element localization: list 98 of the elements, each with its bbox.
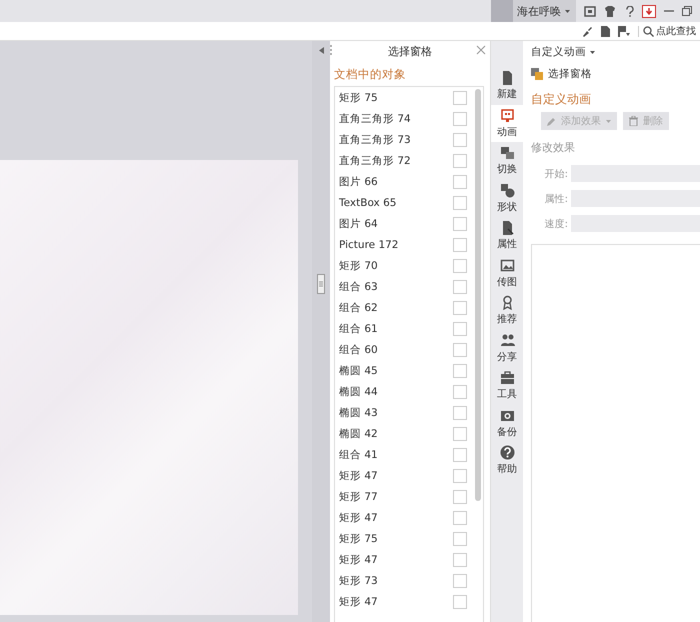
skin-icon[interactable] [584,6,596,16]
visibility-checkbox[interactable] [453,406,467,420]
subsection-title: 修改效果 [531,140,576,155]
visibility-checkbox[interactable] [453,342,467,356]
visibility-checkbox[interactable] [453,238,467,252]
visibility-checkbox[interactable] [453,364,467,378]
object-item[interactable]: 矩形 47 [339,468,378,482]
document-icon[interactable] [601,26,610,36]
object-item[interactable]: TextBox 65 [339,196,396,208]
switch-icon [500,145,514,160]
object-item[interactable]: 直角三角形 74 [339,112,411,126]
restore-icon[interactable] [682,6,692,16]
object-item[interactable]: 组合 61 [339,322,378,336]
pencil-icon [547,116,556,126]
side-tab[interactable]: 分享 [491,330,523,367]
help-icon [500,445,514,460]
object-item[interactable]: 矩形 73 [339,574,378,588]
shape-icon [500,182,514,198]
object-item[interactable]: 矩形 77 [339,490,378,504]
splitter-handle-icon[interactable] [317,274,325,294]
visibility-checkbox[interactable] [453,532,467,546]
visibility-checkbox[interactable] [453,154,467,168]
section-heading: 自定义动画 [531,91,592,108]
caret-icon [606,120,611,122]
visibility-checkbox[interactable] [453,322,467,336]
animation-icon [500,108,514,123]
visibility-checkbox[interactable] [453,300,467,314]
scrollbar-thumb[interactable] [475,89,481,501]
object-item[interactable]: Picture 172 [339,238,398,250]
visibility-checkbox[interactable] [453,280,467,294]
object-item[interactable]: 组合 41 [339,448,378,462]
object-item[interactable]: 矩形 75 [339,532,378,546]
caret-icon[interactable] [590,50,595,54]
brush-icon[interactable] [582,26,593,36]
field-label: 开始: [544,168,569,180]
object-item[interactable]: 矩形 70 [339,258,378,272]
help-icon[interactable] [626,6,634,16]
section-title: 文档中的对象 [333,66,407,83]
object-item[interactable]: 矩形 47 [339,594,378,608]
field-label: 速度: [544,218,569,230]
visibility-checkbox[interactable] [453,468,467,482]
flag-icon[interactable] [618,26,630,36]
visibility-checkbox[interactable] [453,196,467,210]
layers-icon [531,68,544,80]
object-item[interactable]: 直角三角形 72 [339,154,411,168]
visibility-checkbox[interactable] [453,112,467,126]
side-tab[interactable]: 动画 [491,104,523,142]
side-tab[interactable]: 属性 [491,217,523,254]
object-item[interactable]: 椭圆 44 [339,384,378,398]
side-tab[interactable]: 帮助 [491,442,523,480]
side-tab[interactable]: 传图 [491,254,523,292]
visibility-checkbox[interactable] [453,510,467,524]
search-field[interactable]: 点此查找 [638,26,700,36]
side-tab[interactable]: 备份 [491,404,523,442]
object-item[interactable]: 直角三角形 73 [339,132,411,146]
visibility-checkbox[interactable] [453,132,467,146]
selection-pane-link[interactable]: 选择窗格 [548,67,592,81]
left-arrow-icon[interactable] [318,47,324,54]
search-icon [643,26,654,36]
people-icon [500,332,514,348]
object-item[interactable]: 组合 63 [339,280,378,294]
object-item[interactable]: 矩形 47 [339,552,378,566]
pane-title: 选择窗格 [388,44,432,58]
object-item[interactable]: 组合 62 [339,300,378,314]
image-icon [500,258,514,273]
object-item[interactable]: 椭圆 43 [339,406,378,420]
object-item[interactable]: 矩形 47 [339,510,378,524]
side-tab[interactable]: 切换 [491,142,523,180]
visibility-checkbox[interactable] [453,174,467,188]
trash-icon [629,116,638,126]
object-item[interactable]: 椭圆 42 [339,426,378,440]
visibility-checkbox[interactable] [453,594,467,608]
side-tab[interactable]: 形状 [491,180,523,217]
caret-icon[interactable] [565,10,570,12]
visibility-checkbox[interactable] [453,490,467,504]
object-item[interactable]: 图片 64 [339,216,378,230]
visibility-checkbox[interactable] [453,426,467,440]
avatar[interactable] [491,0,513,22]
shirt-icon[interactable] [604,6,618,16]
visibility-checkbox[interactable] [453,574,467,588]
side-tab[interactable]: 新建 [491,67,523,104]
visibility-checkbox[interactable] [453,384,467,398]
visibility-checkbox[interactable] [453,258,467,272]
visibility-checkbox[interactable] [453,216,467,230]
side-tab[interactable]: 推荐 [491,292,523,330]
object-item[interactable]: 矩形 75 [339,90,378,104]
visibility-checkbox[interactable] [453,552,467,566]
object-item[interactable]: 图片 66 [339,174,378,188]
task-pane-title[interactable]: 自定义动画 [531,45,586,59]
close-icon[interactable] [476,45,486,55]
visibility-checkbox[interactable] [453,90,467,104]
side-tab[interactable]: 工具 [491,367,523,404]
field-label: 属性: [544,192,569,206]
object-item[interactable]: 椭圆 45 [339,364,378,378]
download-icon[interactable] [642,4,656,18]
visibility-checkbox[interactable] [453,448,467,462]
toolbox-icon [500,370,514,386]
object-item[interactable]: 组合 60 [339,342,378,356]
